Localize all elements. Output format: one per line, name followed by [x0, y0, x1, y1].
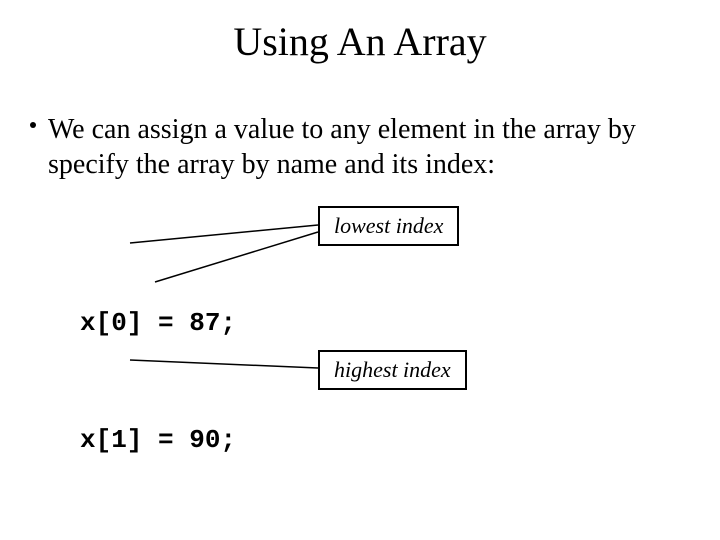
bullet-dot-icon: [30, 122, 36, 128]
code-line-2: x[1] = 90;: [80, 421, 236, 460]
bullet-item: We can assign a value to any element in …: [48, 112, 668, 182]
slide: Using An Array We can assign a value to …: [0, 0, 720, 540]
slide-title: Using An Array: [0, 18, 720, 65]
code-line-1: x[0] = 87;: [80, 304, 236, 343]
bullet-text: We can assign a value to any element in …: [48, 114, 636, 180]
highest-index-label: highest index: [318, 350, 467, 390]
lowest-index-label: lowest index: [318, 206, 459, 246]
code-block: x[0] = 87; x[1] = 90; … … … x[9] = 93;: [80, 226, 236, 540]
